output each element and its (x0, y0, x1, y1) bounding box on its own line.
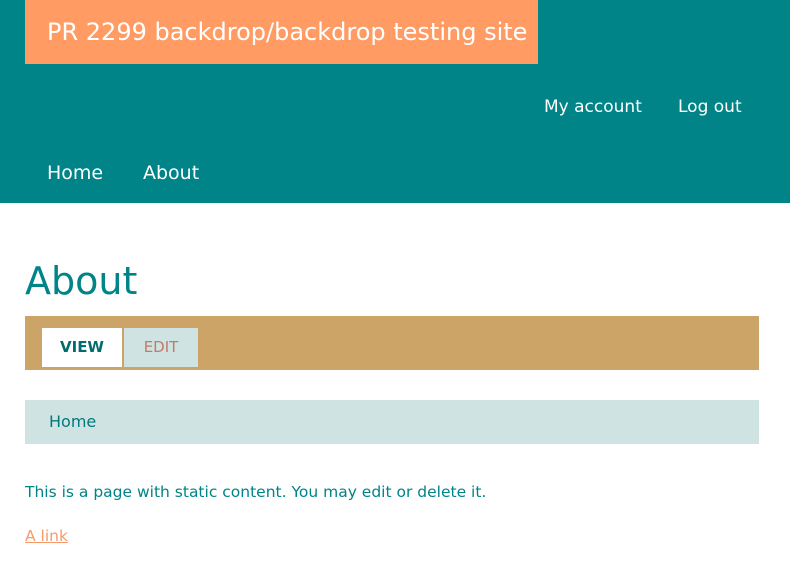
main-menu-about[interactable]: About (143, 160, 199, 186)
body-link[interactable]: A link (25, 525, 68, 547)
page-body-text: This is a page with static content. You … (25, 483, 487, 501)
site-header: PR 2299 backdrop/backdrop testing site M… (0, 0, 790, 203)
breadcrumb: Home (25, 400, 759, 444)
local-tasks-tabs: VIEW EDIT (25, 316, 759, 370)
log-out-link[interactable]: Log out (678, 96, 742, 118)
site-name-link[interactable]: PR 2299 backdrop/backdrop testing site (25, 0, 538, 64)
tab-view[interactable]: VIEW (42, 328, 122, 367)
main-menu-home[interactable]: Home (47, 160, 103, 186)
page-title: About (25, 259, 138, 303)
my-account-link[interactable]: My account (544, 96, 642, 118)
tab-edit[interactable]: EDIT (124, 328, 198, 367)
breadcrumb-home-link[interactable]: Home (49, 411, 96, 433)
